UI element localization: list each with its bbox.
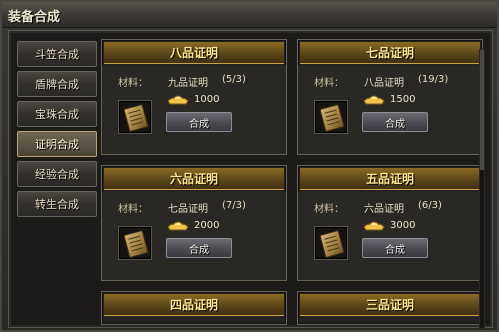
synthesize-button[interactable]: 合成: [166, 112, 232, 132]
synthesis-card: 七品证明 材料： 八品证明 (19/3) 1500 合成: [297, 39, 483, 155]
synthesize-button[interactable]: 合成: [362, 238, 428, 258]
card-title: 四品证明: [104, 294, 284, 316]
synthesis-card: 三品证明: [297, 291, 483, 325]
card-title: 五品证明: [300, 168, 480, 190]
synthesis-category-sidebar: 斗笠合成 盾牌合成 宝珠合成 证明合成 经验合成 转生合成: [17, 41, 97, 221]
scroll-icon: [319, 103, 345, 133]
cost-value: 2000: [194, 220, 220, 231]
scroll-icon: [123, 103, 149, 133]
material-count: (5/3): [222, 74, 246, 85]
scrollbar-thumb[interactable]: [480, 50, 484, 170]
card-body: 材料： 九品证明 (5/3) 1000 合成: [102, 66, 286, 154]
cost-value: 1000: [194, 94, 220, 105]
sidebar-item-label: 转生合成: [35, 198, 79, 211]
synthesis-card: 五品证明 材料： 六品证明 (6/3) 3000 合成: [297, 165, 483, 281]
material-name: 六品证明: [364, 204, 404, 215]
synthesis-card: 六品证明 材料： 七品证明 (7/3) 2000 合成: [101, 165, 287, 281]
item-slot[interactable]: [118, 100, 152, 134]
material-label: 材料：: [314, 78, 344, 89]
gold-ingot-icon: [167, 221, 189, 231]
cost-value: 1500: [390, 94, 416, 105]
material-count: (19/3): [418, 74, 449, 85]
material-name: 七品证明: [168, 204, 208, 215]
item-slot[interactable]: [118, 226, 152, 260]
scroll-icon: [319, 229, 345, 259]
window-title: 装备合成: [8, 10, 61, 25]
material-name: 八品证明: [364, 78, 404, 89]
material-label: 材料：: [118, 204, 148, 215]
synthesis-card: 八品证明 材料： 九品证明 (5/3) 1000 合成: [101, 39, 287, 155]
sidebar-item-orb[interactable]: 宝珠合成: [17, 101, 97, 127]
equipment-synthesis-window: 装备合成 斗笠合成 盾牌合成 宝珠合成 证明合成 经验合成 转生合成 八品证明 …: [0, 0, 499, 332]
cost-value: 3000: [390, 220, 416, 231]
material-count: (6/3): [418, 200, 442, 211]
sidebar-item-experience[interactable]: 经验合成: [17, 161, 97, 187]
synthesis-content[interactable]: 八品证明 材料： 九品证明 (5/3) 1000 合成 七品证明 材料： 八品证…: [101, 39, 487, 329]
synthesize-button[interactable]: 合成: [166, 238, 232, 258]
card-body: 材料： 七品证明 (7/3) 2000 合成: [102, 192, 286, 280]
title-bar: 装备合成: [2, 2, 497, 28]
content-scrollbar[interactable]: [479, 49, 485, 329]
scroll-icon: [123, 229, 149, 259]
card-title: 六品证明: [104, 168, 284, 190]
material-label: 材料：: [118, 78, 148, 89]
material-name: 九品证明: [168, 78, 208, 89]
sidebar-item-label: 盾牌合成: [35, 78, 79, 91]
sidebar-item-label: 宝珠合成: [35, 108, 79, 121]
material-count: (7/3): [222, 200, 246, 211]
sidebar-item-shield[interactable]: 盾牌合成: [17, 71, 97, 97]
gold-ingot-icon: [363, 221, 385, 231]
gold-ingot-icon: [363, 95, 385, 105]
sidebar-item-hat[interactable]: 斗笠合成: [17, 41, 97, 67]
card-body: 材料： 八品证明 (19/3) 1500 合成: [298, 66, 482, 154]
card-body: 材料： 六品证明 (6/3) 3000 合成: [298, 192, 482, 280]
gold-ingot-icon: [167, 95, 189, 105]
synthesize-button[interactable]: 合成: [362, 112, 428, 132]
sidebar-item-rebirth[interactable]: 转生合成: [17, 191, 97, 217]
item-slot[interactable]: [314, 226, 348, 260]
sidebar-item-certificate[interactable]: 证明合成: [17, 131, 97, 157]
synthesis-card: 四品证明: [101, 291, 287, 325]
sidebar-item-label: 经验合成: [35, 168, 79, 181]
card-title: 三品证明: [300, 294, 480, 316]
card-title: 八品证明: [104, 42, 284, 64]
sidebar-item-label: 证明合成: [35, 138, 79, 151]
card-title: 七品证明: [300, 42, 480, 64]
material-label: 材料：: [314, 204, 344, 215]
main-frame: 斗笠合成 盾牌合成 宝珠合成 证明合成 经验合成 转生合成 八品证明 材料： 九…: [8, 30, 493, 329]
item-slot[interactable]: [314, 100, 348, 134]
sidebar-item-label: 斗笠合成: [35, 48, 79, 61]
